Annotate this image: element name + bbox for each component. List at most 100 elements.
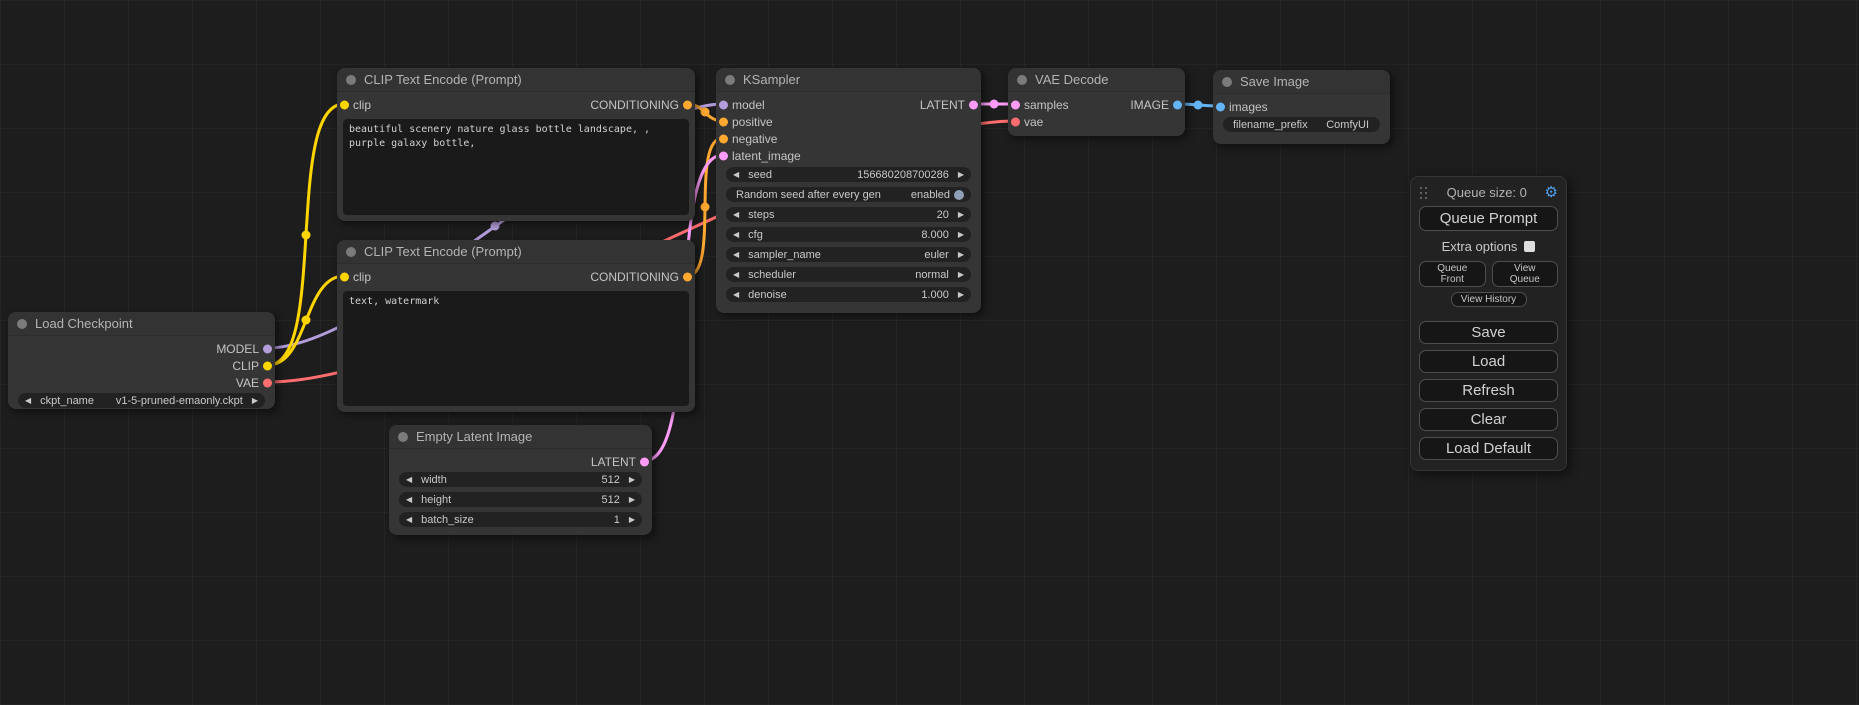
widget-sampler-name[interactable]: ◀ sampler_name euler ▶ bbox=[726, 247, 971, 262]
collapse-dot-icon[interactable] bbox=[346, 75, 356, 85]
node-ksampler[interactable]: KSampler model LATENT positive negative … bbox=[716, 68, 981, 313]
node-title-bar[interactable]: KSampler bbox=[716, 68, 981, 92]
decrement-arrow-icon[interactable]: ◀ bbox=[733, 231, 739, 239]
decrement-arrow-icon[interactable]: ◀ bbox=[733, 271, 739, 279]
widget-random-seed-toggle[interactable]: Random seed after every gen enabled bbox=[726, 187, 971, 202]
widget-denoise[interactable]: ◀ denoise 1.000 ▶ bbox=[726, 287, 971, 302]
input-port-samples[interactable] bbox=[1011, 100, 1020, 109]
decrement-arrow-icon[interactable]: ◀ bbox=[733, 171, 739, 179]
widget-seed[interactable]: ◀ seed 156680208700286 ▶ bbox=[726, 167, 971, 182]
node-title-bar[interactable]: Save Image bbox=[1213, 70, 1390, 94]
node-title: Empty Latent Image bbox=[416, 429, 532, 444]
output-port-latent[interactable] bbox=[640, 457, 649, 466]
node-clip-text-encode-positive[interactable]: CLIP Text Encode (Prompt) clip CONDITION… bbox=[337, 68, 695, 221]
queue-menu-panel: Queue size: 0 ⚙ Queue Prompt Extra optio… bbox=[1410, 176, 1567, 471]
increment-arrow-icon[interactable]: ▶ bbox=[629, 516, 635, 524]
wire-midpoint-dot bbox=[701, 108, 710, 117]
output-port-clip[interactable] bbox=[263, 361, 272, 370]
widget-width[interactable]: ◀ width 512 ▶ bbox=[399, 472, 642, 487]
increment-arrow-icon[interactable]: ▶ bbox=[958, 231, 964, 239]
node-save-image[interactable]: Save Image images filename_prefix ComfyU… bbox=[1213, 70, 1390, 144]
output-label-conditioning: CONDITIONING bbox=[590, 270, 679, 284]
widget-steps[interactable]: ◀ steps 20 ▶ bbox=[726, 207, 971, 222]
output-port-vae[interactable] bbox=[263, 378, 272, 387]
input-port-negative[interactable] bbox=[719, 134, 728, 143]
input-port-positive[interactable] bbox=[719, 117, 728, 126]
prompt-textarea[interactable]: text, watermark bbox=[343, 291, 689, 406]
widget-value: v1-5-pruned-emaonly.ckpt bbox=[116, 395, 243, 407]
extra-options-checkbox[interactable] bbox=[1524, 241, 1535, 252]
increment-arrow-icon[interactable]: ▶ bbox=[958, 271, 964, 279]
refresh-button[interactable]: Refresh bbox=[1419, 379, 1558, 402]
decrement-arrow-icon[interactable]: ◀ bbox=[406, 516, 412, 524]
node-vae-decode[interactable]: VAE Decode samples IMAGE vae bbox=[1008, 68, 1185, 136]
node-graph-canvas[interactable]: Load Checkpoint MODEL CLIP VAE ◀ ckpt_na… bbox=[0, 0, 1859, 705]
node-title-bar[interactable]: CLIP Text Encode (Prompt) bbox=[337, 240, 695, 264]
widget-scheduler[interactable]: ◀ scheduler normal ▶ bbox=[726, 267, 971, 282]
view-queue-button[interactable]: View Queue bbox=[1492, 261, 1559, 287]
collapse-dot-icon[interactable] bbox=[1017, 75, 1027, 85]
collapse-dot-icon[interactable] bbox=[398, 432, 408, 442]
node-load-checkpoint[interactable]: Load Checkpoint MODEL CLIP VAE ◀ ckpt_na… bbox=[8, 312, 275, 409]
increment-arrow-icon[interactable]: ▶ bbox=[958, 291, 964, 299]
increment-arrow-icon[interactable]: ▶ bbox=[629, 476, 635, 484]
output-port-latent[interactable] bbox=[969, 100, 978, 109]
node-title-bar[interactable]: VAE Decode bbox=[1008, 68, 1185, 92]
extra-options-label: Extra options bbox=[1442, 239, 1518, 254]
output-port-model[interactable] bbox=[263, 344, 272, 353]
output-port-conditioning[interactable] bbox=[683, 100, 692, 109]
prompt-textarea[interactable]: beautiful scenery nature glass bottle la… bbox=[343, 119, 689, 215]
queue-prompt-button[interactable]: Queue Prompt bbox=[1419, 206, 1558, 231]
decrement-arrow-icon[interactable]: ◀ bbox=[25, 397, 31, 405]
widget-height[interactable]: ◀ height 512 ▶ bbox=[399, 492, 642, 507]
widget-value: ComfyUI bbox=[1326, 119, 1369, 131]
input-port-model[interactable] bbox=[719, 100, 728, 109]
node-empty-latent-image[interactable]: Empty Latent Image LATENT ◀ width 512 ▶ … bbox=[389, 425, 652, 535]
input-port-images[interactable] bbox=[1216, 102, 1225, 111]
node-title-bar[interactable]: Empty Latent Image bbox=[389, 425, 652, 449]
clear-button[interactable]: Clear bbox=[1419, 408, 1558, 431]
collapse-dot-icon[interactable] bbox=[346, 247, 356, 257]
increment-arrow-icon[interactable]: ▶ bbox=[629, 496, 635, 504]
node-title-bar[interactable]: CLIP Text Encode (Prompt) bbox=[337, 68, 695, 92]
output-port-conditioning[interactable] bbox=[683, 272, 692, 281]
collapse-dot-icon[interactable] bbox=[1222, 77, 1232, 87]
view-history-button[interactable]: View History bbox=[1451, 292, 1527, 307]
input-port-latent-image[interactable] bbox=[719, 151, 728, 160]
widget-ckpt-name[interactable]: ◀ ckpt_name v1-5-pruned-emaonly.ckpt ▶ bbox=[18, 393, 265, 408]
decrement-arrow-icon[interactable]: ◀ bbox=[406, 496, 412, 504]
collapse-dot-icon[interactable] bbox=[725, 75, 735, 85]
drag-handle-icon[interactable] bbox=[1419, 186, 1429, 199]
wire-midpoint-dot bbox=[1194, 101, 1203, 110]
toggle-knob-icon[interactable] bbox=[954, 190, 964, 200]
input-port-clip[interactable] bbox=[340, 272, 349, 281]
save-button[interactable]: Save bbox=[1419, 321, 1558, 344]
decrement-arrow-icon[interactable]: ◀ bbox=[733, 251, 739, 259]
widget-label: width bbox=[421, 474, 447, 486]
settings-gear-icon[interactable]: ⚙ bbox=[1545, 185, 1558, 200]
widget-value: 20 bbox=[937, 209, 949, 221]
increment-arrow-icon[interactable]: ▶ bbox=[958, 171, 964, 179]
increment-arrow-icon[interactable]: ▶ bbox=[958, 251, 964, 259]
decrement-arrow-icon[interactable]: ◀ bbox=[733, 291, 739, 299]
increment-arrow-icon[interactable]: ▶ bbox=[958, 211, 964, 219]
decrement-arrow-icon[interactable]: ◀ bbox=[733, 211, 739, 219]
wire-midpoint-dot bbox=[491, 222, 500, 231]
output-port-image[interactable] bbox=[1173, 100, 1182, 109]
load-button[interactable]: Load bbox=[1419, 350, 1558, 373]
queue-front-button[interactable]: Queue Front bbox=[1419, 261, 1486, 287]
node-title-bar[interactable]: Load Checkpoint bbox=[8, 312, 275, 336]
widget-batch-size[interactable]: ◀ batch_size 1 ▶ bbox=[399, 512, 642, 527]
input-port-clip[interactable] bbox=[340, 100, 349, 109]
node-clip-text-encode-negative[interactable]: CLIP Text Encode (Prompt) clip CONDITION… bbox=[337, 240, 695, 412]
collapse-dot-icon[interactable] bbox=[17, 319, 27, 329]
increment-arrow-icon[interactable]: ▶ bbox=[252, 397, 258, 405]
load-default-button[interactable]: Load Default bbox=[1419, 437, 1558, 460]
decrement-arrow-icon[interactable]: ◀ bbox=[406, 476, 412, 484]
node-title: VAE Decode bbox=[1035, 72, 1108, 87]
widget-filename-prefix[interactable]: filename_prefix ComfyUI bbox=[1223, 117, 1380, 132]
node-title: Save Image bbox=[1240, 74, 1309, 89]
input-port-vae[interactable] bbox=[1011, 117, 1020, 126]
widget-cfg[interactable]: ◀ cfg 8.000 ▶ bbox=[726, 227, 971, 242]
output-label-image: IMAGE bbox=[1130, 98, 1169, 112]
